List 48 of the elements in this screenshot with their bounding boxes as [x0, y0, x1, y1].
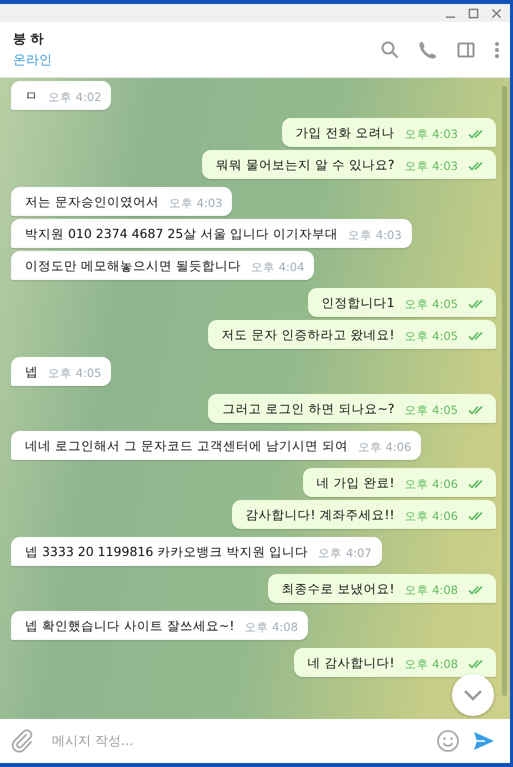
message-time: 오후 4:03	[404, 158, 458, 174]
message-time: 오후 4:05	[404, 296, 458, 312]
message-time: 오후 4:03	[168, 195, 222, 211]
scrollbar[interactable]	[502, 86, 507, 696]
chevron-down-icon	[463, 689, 483, 701]
message-time: 오후 4:03	[404, 126, 458, 142]
message-text: 그러고 로그인 하면 되나요~?	[222, 400, 395, 418]
message-text: 네네 로그인해서 그 문자코드 고객센터에 남기시면 되여	[25, 437, 348, 455]
message-time: 오후 4:06	[404, 476, 458, 492]
message-text: 뭐뭐 물어보는지 알 수 있나요?	[216, 156, 395, 174]
message-text: 저도 문자 인증하라고 왔네요!	[222, 326, 395, 344]
message-text: 가입 전화 오려나	[296, 124, 395, 142]
phone-icon[interactable]	[418, 40, 438, 60]
sidebar-toggle-icon[interactable]	[456, 40, 476, 60]
message-time: 오후 4:07	[318, 545, 372, 561]
message-text: 인정합니다1	[322, 294, 395, 312]
message-text: 이정도만 메모해놓으시면 될듯합니다	[25, 257, 241, 275]
scroll-down-button[interactable]	[452, 674, 494, 716]
message-time: 오후 4:08	[404, 582, 458, 598]
online-status: 온라인	[13, 52, 53, 69]
message-text: 넵 3333 20 1199816 카카오뱅크 박지원 입니다	[25, 543, 308, 561]
message-text: 최종수로 보냈어요!	[282, 580, 395, 598]
message-time: 오후 4:05	[48, 365, 102, 381]
message-time: 오후 4:05	[404, 402, 458, 418]
message-time: 오후 4:03	[348, 227, 402, 243]
message-text: ㅁ	[25, 87, 38, 105]
message-text: 감사합니다! 계좌주세요!!	[246, 506, 395, 524]
message-text: 네 감사합니다!	[308, 654, 395, 672]
close-icon[interactable]	[491, 8, 502, 18]
maximize-icon[interactable]	[468, 8, 479, 18]
more-icon[interactable]	[494, 40, 500, 60]
message-text: 박지원 010 2374 4687 25살 서울 입니다 이기자부대	[25, 225, 338, 243]
message-time: 오후 4:05	[404, 328, 458, 344]
message-time: 오후 4:06	[358, 439, 412, 455]
message-text: 넵	[25, 363, 38, 381]
message-text: 네 가입 완료!	[316, 474, 395, 492]
message-text: 넵 확인했습니다 사이트 잘쓰세요~!	[25, 617, 234, 635]
message-time: 오후 4:08	[244, 619, 298, 635]
message-text: 저는 문자승인이였어서	[25, 193, 159, 211]
emoji-icon[interactable]	[436, 729, 460, 753]
send-icon[interactable]	[472, 729, 496, 753]
search-icon[interactable]	[380, 40, 400, 60]
attach-icon[interactable]	[10, 729, 34, 753]
message-time: 오후 4:02	[48, 89, 102, 105]
message-time: 오후 4:08	[404, 656, 458, 672]
message-time: 오후 4:04	[250, 259, 304, 275]
contact-name: 붕 하	[13, 31, 45, 48]
message-time: 오후 4:06	[404, 508, 458, 524]
